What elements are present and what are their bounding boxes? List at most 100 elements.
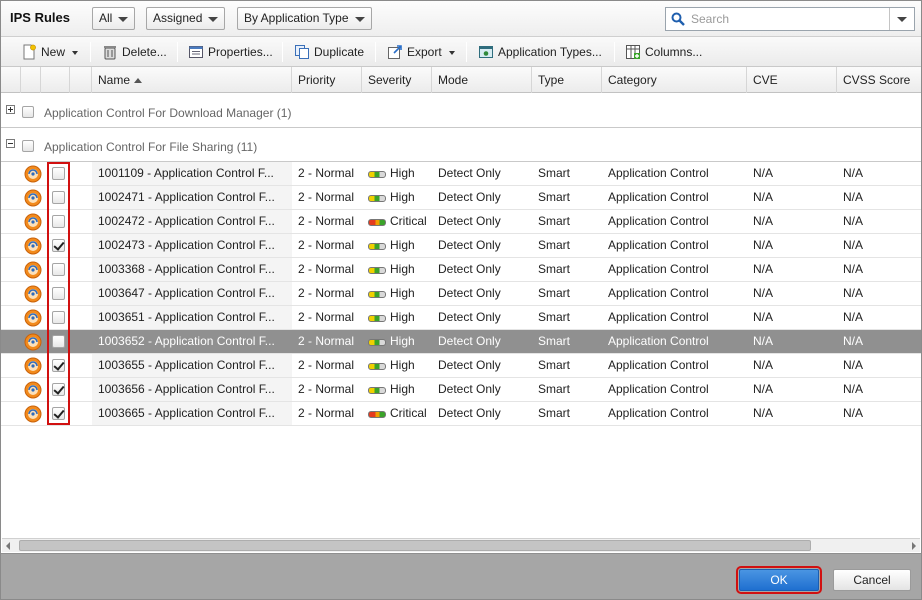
cell-type: Smart <box>538 406 571 420</box>
header-severity[interactable]: Severity <box>362 67 432 93</box>
cell-priority: 2 - Normal <box>298 310 355 324</box>
table-row[interactable]: 1003652 - Application Control F... 2 - N… <box>1 330 921 354</box>
row-checkbox[interactable] <box>52 167 65 180</box>
row-checkbox[interactable] <box>52 359 65 372</box>
cell-category: Application Control <box>608 406 709 420</box>
header-checkbox-column[interactable] <box>41 67 70 93</box>
cell-mode: Detect Only <box>438 214 501 228</box>
search-box[interactable]: Search <box>665 7 915 31</box>
header-icon-column[interactable] <box>1 67 21 93</box>
cell-name: 1003652 - Application Control F... <box>92 330 292 353</box>
row-checkbox[interactable] <box>52 335 65 348</box>
delete-button[interactable]: Delete... <box>102 41 167 63</box>
row-checkbox[interactable] <box>52 191 65 204</box>
cell-mode: Detect Only <box>438 238 501 252</box>
columns-icon <box>626 45 640 59</box>
filter-group-by-dropdown[interactable]: By Application Type <box>237 7 372 30</box>
header-spacer-column[interactable] <box>70 67 92 93</box>
search-icon <box>671 12 685 26</box>
cell-priority: 2 - Normal <box>298 358 355 372</box>
severity-meter-icon <box>368 243 386 250</box>
row-checkbox[interactable] <box>52 263 65 276</box>
filter-group-by-value: By Application Type <box>244 11 349 25</box>
cell-name: 1003656 - Application Control F... <box>92 378 292 401</box>
export-button[interactable]: Export <box>387 41 455 63</box>
properties-button[interactable]: Properties... <box>188 41 273 63</box>
group-checkbox[interactable] <box>22 140 34 152</box>
filter-all-dropdown[interactable]: All <box>92 7 136 30</box>
cell-priority: 2 - Normal <box>298 334 355 348</box>
table-row[interactable]: 1003647 - Application Control F... 2 - N… <box>1 282 921 306</box>
cell-severity: High <box>362 378 432 401</box>
cell-cvss-score: N/A <box>843 406 864 420</box>
filter-assigned-dropdown[interactable]: Assigned <box>146 7 226 30</box>
application-rule-icon <box>24 165 42 183</box>
new-button[interactable]: New <box>21 41 79 63</box>
table-row[interactable]: 1003655 - Application Control F... 2 - N… <box>1 354 921 378</box>
filter-assigned-value: Assigned <box>153 11 203 25</box>
header-mode-label: Mode <box>438 73 469 87</box>
cell-cvss-score: N/A <box>843 382 864 396</box>
ok-button[interactable]: OK <box>736 566 822 594</box>
duplicate-button[interactable]: Duplicate <box>294 41 364 63</box>
header-priority-label: Priority <box>298 73 336 87</box>
scroll-right-icon[interactable] <box>912 542 916 550</box>
header-spacer-column[interactable] <box>21 67 41 93</box>
header-type[interactable]: Type <box>532 67 602 93</box>
row-checkbox[interactable] <box>52 383 65 396</box>
cell-severity: High <box>362 162 432 185</box>
table-row[interactable]: 1003656 - Application Control F... 2 - N… <box>1 378 921 402</box>
application-rule-icon <box>24 237 42 255</box>
cell-cve: N/A <box>753 334 774 348</box>
group-checkbox[interactable] <box>22 106 34 118</box>
row-checkbox[interactable] <box>52 407 65 420</box>
severity-label: High <box>390 358 415 372</box>
cell-cve: N/A <box>753 166 774 180</box>
scrollbar-thumb[interactable] <box>19 540 811 551</box>
cell-type: Smart <box>538 190 571 204</box>
table-row[interactable]: 1001109 - Application Control F... 2 - N… <box>1 162 921 186</box>
row-checkbox[interactable] <box>52 287 65 300</box>
severity-label: High <box>390 166 415 180</box>
cell-severity: Critical <box>362 210 432 233</box>
header-cve[interactable]: CVE <box>747 67 837 93</box>
cell-category: Application Control <box>608 310 709 324</box>
search-dropdown-icon[interactable] <box>897 17 907 22</box>
cell-category: Application Control <box>608 286 709 300</box>
cell-name: 1002473 - Application Control F... <box>92 234 292 257</box>
row-checkbox[interactable] <box>52 311 65 324</box>
row-checkbox[interactable] <box>52 239 65 252</box>
row-checkbox[interactable] <box>52 215 65 228</box>
cell-mode: Detect Only <box>438 334 501 348</box>
cell-mode: Detect Only <box>438 166 501 180</box>
application-types-button[interactable]: Application Types... <box>478 41 602 63</box>
cancel-button[interactable]: Cancel <box>833 569 911 591</box>
cell-severity: High <box>362 282 432 305</box>
group-file-sharing[interactable]: Application Control For File Sharing (11… <box>1 128 921 162</box>
header-cvss-score[interactable]: CVSS Score <box>837 67 921 93</box>
cell-severity: High <box>362 186 432 209</box>
expand-icon[interactable] <box>6 105 15 114</box>
table-row[interactable]: 1002473 - Application Control F... 2 - N… <box>1 234 921 258</box>
table-row[interactable]: 1003651 - Application Control F... 2 - N… <box>1 306 921 330</box>
columns-button[interactable]: Columns... <box>625 41 702 63</box>
scroll-left-icon[interactable] <box>6 542 10 550</box>
header-category[interactable]: Category <box>602 67 747 93</box>
severity-meter-icon <box>368 363 386 370</box>
search-input[interactable]: Search <box>691 12 729 26</box>
header-type-label: Type <box>538 73 565 87</box>
header-priority[interactable]: Priority <box>292 67 362 93</box>
chevron-down-icon <box>72 50 79 55</box>
severity-label: High <box>390 262 415 276</box>
header-mode[interactable]: Mode <box>432 67 532 93</box>
collapse-icon[interactable] <box>6 139 15 148</box>
group-download-manager[interactable]: Application Control For Download Manager… <box>1 94 921 128</box>
horizontal-scrollbar[interactable] <box>2 538 920 552</box>
chevron-down-icon <box>118 17 129 22</box>
table-row[interactable]: 1002471 - Application Control F... 2 - N… <box>1 186 921 210</box>
table-row[interactable]: 1003368 - Application Control F... 2 - N… <box>1 258 921 282</box>
table-row[interactable]: 1003665 - Application Control F... 2 - N… <box>1 402 921 426</box>
header-name[interactable]: Name <box>92 67 292 93</box>
table-row[interactable]: 1002472 - Application Control F... 2 - N… <box>1 210 921 234</box>
filter-all-value: All <box>99 11 113 25</box>
